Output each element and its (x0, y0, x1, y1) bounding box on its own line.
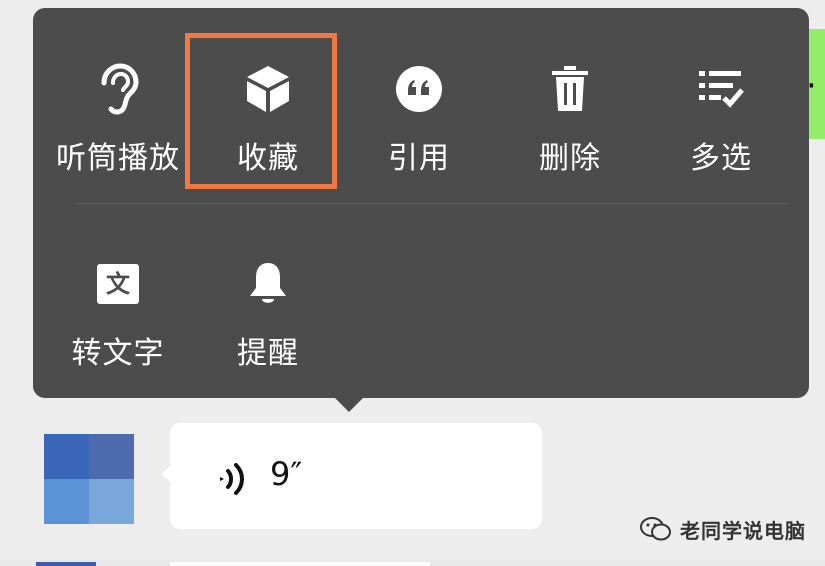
ear-icon (92, 63, 144, 115)
next-message-peek (0, 560, 825, 566)
voice-duration: 9″ (270, 455, 303, 493)
favorite-highlight-box (185, 33, 337, 189)
menu-item-delete[interactable]: 删除 (495, 23, 645, 176)
avatar[interactable] (44, 434, 134, 524)
voice-wave-icon (214, 459, 254, 499)
next-avatar-peek (36, 562, 96, 566)
avatar-tile (44, 479, 89, 524)
menu-pointer (333, 396, 365, 412)
watermark: 老同学说电脑 (640, 514, 806, 544)
menu-item-label: 转文字 (71, 336, 165, 371)
watermark-text: 老同学说电脑 (680, 518, 806, 543)
multi-select-icon (695, 63, 747, 115)
menu-item-speech-to-text[interactable]: 文 转文字 (43, 218, 193, 371)
menu-item-multi-select[interactable]: 多选 (646, 23, 796, 176)
menu-item-label: 删除 (539, 141, 601, 176)
menu-item-quote[interactable]: 引用 (344, 23, 494, 176)
menu-item-earpiece-play[interactable]: 听筒播放 (43, 23, 193, 176)
next-bubble-peek (170, 562, 430, 566)
quote-icon (393, 63, 445, 115)
menu-item-label: 多选 (690, 141, 752, 176)
avatar-tile (44, 434, 89, 479)
menu-item-remind[interactable]: 提醒 (193, 218, 343, 371)
message-context-menu: 听筒播放 收藏 引用 删除 多选 文 转文字 提醒 (33, 8, 809, 398)
menu-item-label: 听筒播放 (56, 141, 180, 176)
trash-icon (544, 63, 596, 115)
avatar-tile (89, 434, 134, 479)
menu-item-label: 引用 (388, 141, 450, 176)
bell-icon (242, 258, 294, 310)
voice-message-bubble[interactable]: 9″ (162, 423, 542, 529)
bubble-tail (162, 465, 171, 483)
menu-item-label: 提醒 (237, 336, 299, 371)
avatar-tile (89, 479, 134, 524)
text-convert-icon: 文 (92, 258, 144, 310)
menu-divider (76, 203, 788, 204)
wechat-logo-icon (640, 517, 671, 541)
text-convert-icon-glyph: 文 (106, 270, 130, 298)
